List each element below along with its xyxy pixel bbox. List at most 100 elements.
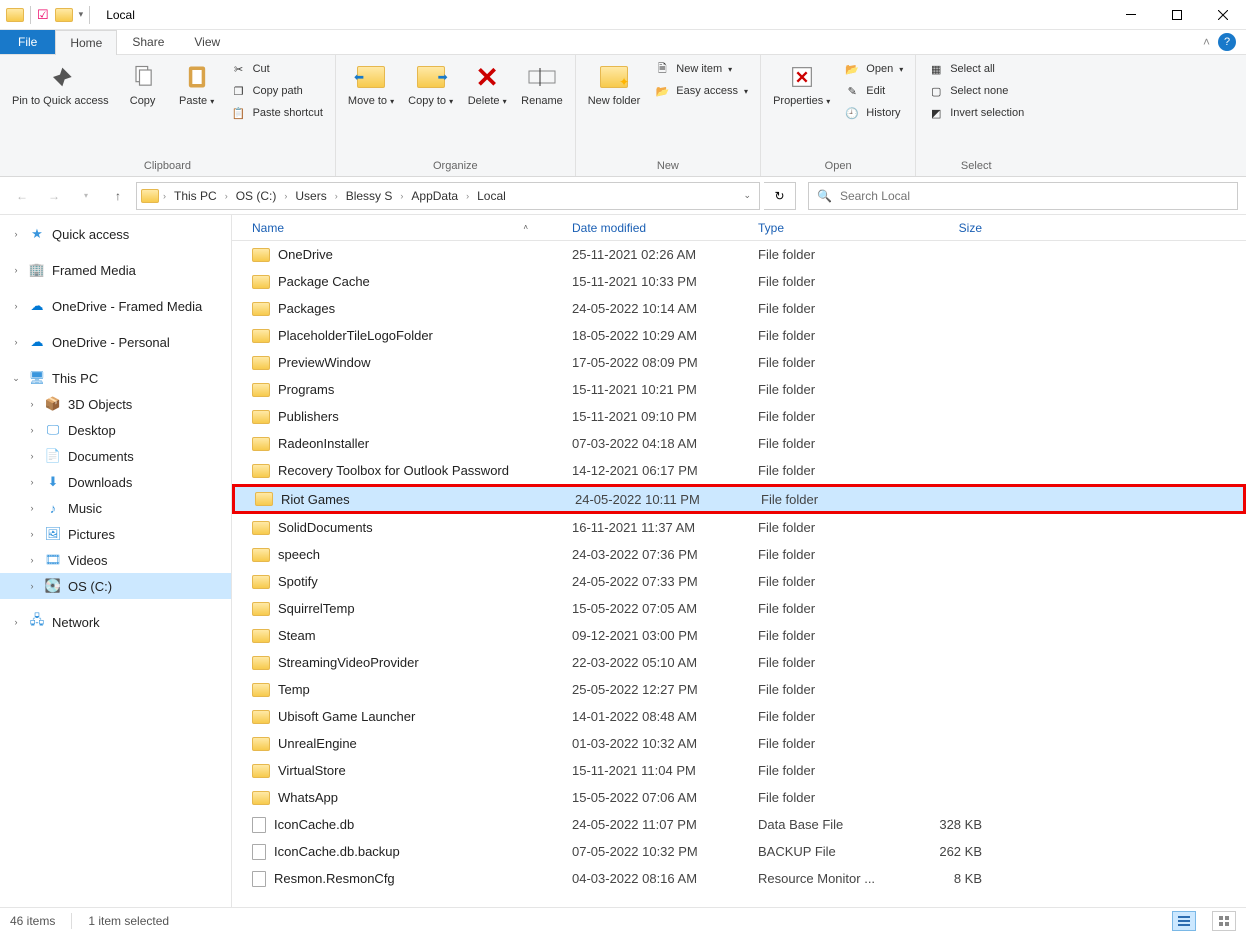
pin-quick-access-button[interactable]: Pin to Quick access [8, 59, 113, 110]
nav-onedrive-framed[interactable]: ›☁OneDrive - Framed Media [0, 293, 231, 319]
table-row[interactable]: UnrealEngine01-03-2022 10:32 AMFile fold… [232, 730, 1246, 757]
tab-file[interactable]: File [0, 30, 55, 54]
navigation-pane[interactable]: ›★Quick access ›🏢Framed Media ›☁OneDrive… [0, 215, 232, 907]
tab-share[interactable]: Share [117, 30, 179, 54]
table-row[interactable]: PreviewWindow17-05-2022 08:09 PMFile fol… [232, 349, 1246, 376]
search-box[interactable]: 🔍 [808, 182, 1238, 210]
status-bar: 46 items 1 item selected [0, 907, 1246, 933]
delete-button[interactable]: ✕ Delete ▾ [463, 59, 511, 110]
folder-icon [252, 329, 270, 343]
file-date: 24-05-2022 11:07 PM [560, 817, 746, 832]
table-row[interactable]: Resmon.ResmonCfg04-03-2022 08:16 AMResou… [232, 865, 1246, 892]
addr-dropdown-icon[interactable]: ⌄ [743, 190, 755, 201]
table-row[interactable]: StreamingVideoProvider22-03-2022 05:10 A… [232, 649, 1246, 676]
table-row[interactable]: SolidDocuments16-11-2021 11:37 AMFile fo… [232, 514, 1246, 541]
nav-3d-objects[interactable]: ›📦3D Objects [0, 391, 231, 417]
help-icon[interactable]: ? [1218, 33, 1236, 51]
table-row[interactable]: WhatsApp15-05-2022 07:06 AMFile folder [232, 784, 1246, 811]
tab-home[interactable]: Home [55, 30, 117, 55]
recent-dropdown[interactable]: ▾ [72, 182, 100, 210]
new-item-icon: 🗎 [654, 61, 670, 77]
minimize-ribbon-icon[interactable]: ˄ [1203, 35, 1210, 49]
table-row[interactable]: PlaceholderTileLogoFolder18-05-2022 10:2… [232, 322, 1246, 349]
nav-downloads[interactable]: ›⬇Downloads [0, 469, 231, 495]
table-row[interactable]: Spotify24-05-2022 07:33 PMFile folder [232, 568, 1246, 595]
edit-button[interactable]: ✎Edit [840, 81, 907, 101]
col-type[interactable]: Type [746, 221, 894, 235]
nav-network[interactable]: ›🖧Network [0, 609, 231, 635]
close-button[interactable] [1200, 0, 1246, 30]
table-row[interactable]: VirtualStore15-11-2021 11:04 PMFile fold… [232, 757, 1246, 784]
crumb-1[interactable]: OS (C:) [232, 189, 281, 203]
col-name[interactable]: Name˄ [232, 221, 560, 235]
up-button[interactable]: ↑ [104, 182, 132, 210]
file-date: 18-05-2022 10:29 AM [560, 328, 746, 343]
paste-shortcut-button[interactable]: 📋Paste shortcut [227, 103, 327, 123]
table-row[interactable]: speech24-03-2022 07:36 PMFile folder [232, 541, 1246, 568]
table-row[interactable]: OneDrive25-11-2021 02:26 AMFile folder [232, 241, 1246, 268]
nav-onedrive-personal[interactable]: ›☁OneDrive - Personal [0, 329, 231, 355]
forward-button[interactable]: → [40, 182, 68, 210]
qat-folder-icon[interactable] [55, 8, 73, 22]
table-row[interactable]: Ubisoft Game Launcher14-01-2022 08:48 AM… [232, 703, 1246, 730]
invert-selection-button[interactable]: ◩Invert selection [924, 103, 1028, 123]
crumb-2[interactable]: Users [291, 189, 330, 203]
table-row[interactable]: Programs15-11-2021 10:21 PMFile folder [232, 376, 1246, 403]
crumb-3[interactable]: Blessy S [342, 189, 397, 203]
nav-quick-access[interactable]: ›★Quick access [0, 221, 231, 247]
search-input[interactable] [840, 189, 1229, 203]
nav-documents[interactable]: ›📄Documents [0, 443, 231, 469]
copy-button[interactable]: Copy [119, 59, 167, 110]
table-row[interactable]: Recovery Toolbox for Outlook Password14-… [232, 457, 1246, 484]
table-row[interactable]: Packages24-05-2022 10:14 AMFile folder [232, 295, 1246, 322]
details-view-button[interactable] [1172, 911, 1196, 931]
refresh-button[interactable]: ↻ [764, 182, 796, 210]
col-size[interactable]: Size [894, 221, 994, 235]
table-row[interactable]: IconCache.db24-05-2022 11:07 PMData Base… [232, 811, 1246, 838]
table-row[interactable]: RadeonInstaller07-03-2022 04:18 AMFile f… [232, 430, 1246, 457]
crumb-4[interactable]: AppData [407, 189, 462, 203]
copy-to-button[interactable]: ➡ Copy to ▾ [404, 59, 457, 110]
open-button[interactable]: 📂Open ▾ [840, 59, 907, 79]
rename-button[interactable]: Rename [517, 59, 567, 110]
properties-button[interactable]: Properties ▾ [769, 59, 834, 110]
table-row[interactable]: Riot Games24-05-2022 10:11 PMFile folder [232, 484, 1246, 514]
qat-dropdown-icon[interactable]: ▾ [79, 9, 84, 20]
move-to-button[interactable]: ⬅ Move to ▾ [344, 59, 398, 110]
file-list[interactable]: Name˄ Date modified Type Size OneDrive25… [232, 215, 1246, 907]
maximize-button[interactable] [1154, 0, 1200, 30]
easy-access-button[interactable]: 📂Easy access ▾ [650, 81, 752, 101]
select-none-button[interactable]: ▢Select none [924, 81, 1028, 101]
table-row[interactable]: Steam09-12-2021 03:00 PMFile folder [232, 622, 1246, 649]
table-row[interactable]: Publishers15-11-2021 09:10 PMFile folder [232, 403, 1246, 430]
nav-videos[interactable]: ›🎞Videos [0, 547, 231, 573]
cut-button[interactable]: ✂Cut [227, 59, 327, 79]
nav-music[interactable]: ›♪Music [0, 495, 231, 521]
copy-path-button[interactable]: ❐Copy path [227, 81, 327, 101]
nav-this-pc[interactable]: ⌄🖥This PC [0, 365, 231, 391]
col-date[interactable]: Date modified [560, 221, 746, 235]
back-button[interactable]: ← [8, 182, 36, 210]
nav-desktop[interactable]: ›🖵Desktop [0, 417, 231, 443]
nav-pictures[interactable]: ›🖼Pictures [0, 521, 231, 547]
qat-check-icon[interactable]: ☑ [37, 7, 49, 23]
tab-view[interactable]: View [179, 30, 235, 54]
select-all-button[interactable]: ▦Select all [924, 59, 1028, 79]
table-row[interactable]: Package Cache15-11-2021 10:33 PMFile fol… [232, 268, 1246, 295]
nav-framed-media[interactable]: ›🏢Framed Media [0, 257, 231, 283]
folder-icon [252, 737, 270, 751]
address-bar[interactable]: › This PC› OS (C:)› Users› Blessy S› App… [136, 182, 760, 210]
nav-os-c[interactable]: ›💽OS (C:) [0, 573, 231, 599]
table-row[interactable]: IconCache.db.backup07-05-2022 10:32 PMBA… [232, 838, 1246, 865]
path-icon: ❐ [231, 83, 247, 99]
history-button[interactable]: 🕘History [840, 103, 907, 123]
table-row[interactable]: Temp25-05-2022 12:27 PMFile folder [232, 676, 1246, 703]
paste-button[interactable]: Paste ▾ [173, 59, 221, 110]
table-row[interactable]: SquirrelTemp15-05-2022 07:05 AMFile fold… [232, 595, 1246, 622]
new-folder-button[interactable]: ✦ New folder [584, 59, 645, 110]
new-item-button[interactable]: 🗎New item ▾ [650, 59, 752, 79]
minimize-button[interactable] [1108, 0, 1154, 30]
crumb-5[interactable]: Local [473, 189, 510, 203]
crumb-0[interactable]: This PC [170, 189, 221, 203]
icons-view-button[interactable] [1212, 911, 1236, 931]
